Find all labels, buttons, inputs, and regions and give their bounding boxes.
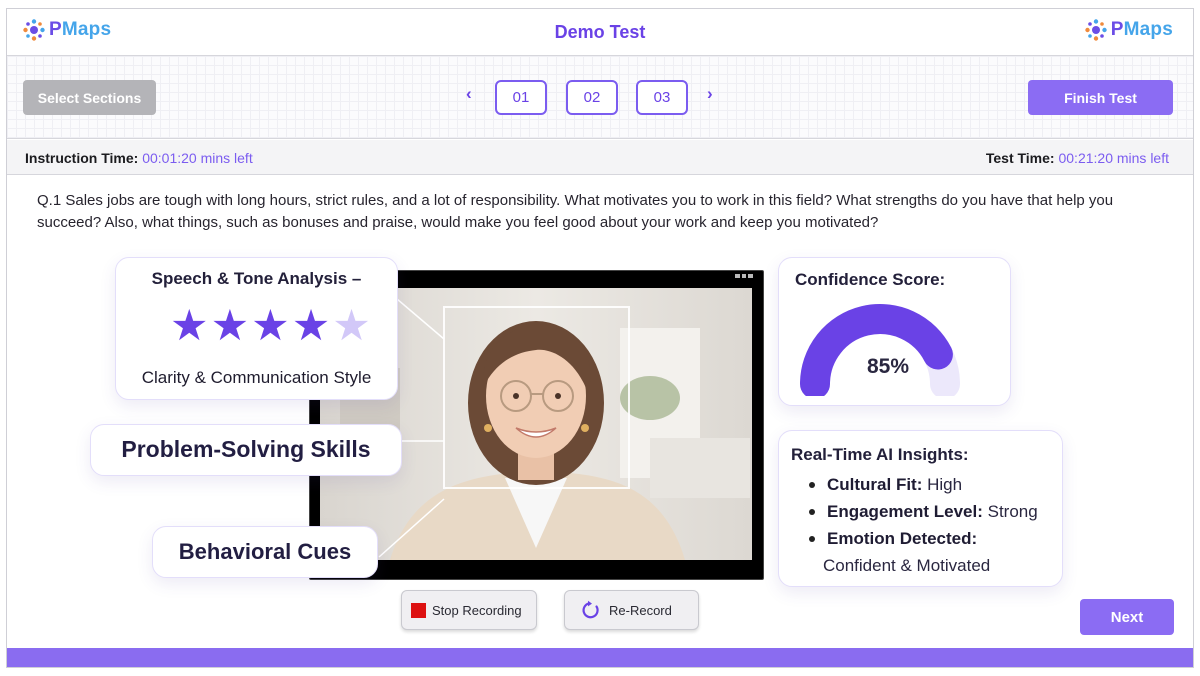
confidence-score-card: Confidence Score: 85% [778, 257, 1011, 406]
insight-value: Confident & Motivated [823, 556, 991, 575]
behavioral-cues-label: Behavioral Cues [178, 539, 352, 564]
insight-label: Engagement Level: [827, 502, 983, 521]
stop-recording-button[interactable]: Stop Recording [401, 590, 537, 630]
test-time-value: 00:21:20 mins left [1058, 150, 1169, 166]
insight-value: High [927, 475, 963, 494]
next-button[interactable]: Next [1080, 599, 1174, 635]
confidence-score-title: Confidence Score: [795, 270, 946, 289]
stop-recording-label: Stop Recording [432, 602, 522, 618]
test-time-label: Test Time: [985, 150, 1055, 166]
speech-tone-title: Speech & Tone Analysis – [151, 269, 362, 288]
insight-label: Cultural Fit: [827, 475, 923, 494]
footer-bar [7, 648, 1193, 667]
star-filled-icon: ★ [170, 302, 209, 350]
speech-tone-card: Speech & Tone Analysis – ★ ★ ★ ★ ★ Clari… [115, 257, 398, 400]
page-button-03[interactable]: 03 [636, 80, 688, 115]
insight-label: Emotion Detected: [827, 529, 978, 548]
instruction-timer: Instruction Time: 00:01:20 mins left [25, 150, 253, 166]
signal-icon [735, 274, 753, 278]
re-record-button[interactable]: Re-Record [564, 590, 699, 630]
finish-test-button[interactable]: Finish Test [1028, 80, 1173, 115]
instruction-time-label: Instruction Time: [25, 150, 139, 166]
select-sections-button[interactable]: Select Sections [23, 80, 156, 115]
face-detection-box [443, 306, 630, 489]
list-item: Engagement Level: Strong [809, 498, 1038, 525]
test-timer: Test Time: 00:21:20 mins left [986, 150, 1169, 166]
refresh-icon [582, 600, 599, 619]
page-button-01[interactable]: 01 [495, 80, 547, 115]
insight-value: Strong [987, 502, 1038, 521]
stop-icon [411, 602, 426, 618]
pmaps-logo-icon [1085, 19, 1107, 41]
ai-insights-title: Real-Time AI Insights: [791, 445, 969, 464]
list-item: Cultural Fit: High [809, 471, 1038, 498]
confidence-score-value: 85% [866, 355, 910, 378]
timer-bar: Instruction Time: 00:01:20 mins left Tes… [7, 140, 1193, 175]
problem-solving-card: Problem-Solving Skills [90, 424, 402, 476]
star-filled-icon: ★ [210, 302, 250, 350]
list-item-continuation: Confident & Motivated [779, 552, 1038, 579]
instruction-time-value: 00:01:20 mins left [142, 150, 253, 166]
problem-solving-label: Problem-Solving Skills [121, 436, 371, 462]
app-frame: PMaps Demo Test PMaps Select Sections ‹ … [6, 8, 1194, 668]
star-filled-icon: ★ [251, 302, 290, 350]
page-button-02[interactable]: 02 [566, 80, 618, 115]
pmaps-logo-text: PMaps [1110, 19, 1173, 40]
ai-insights-card: Real-Time AI Insights: Cultural Fit: Hig… [778, 430, 1063, 587]
section-toolbar: Select Sections ‹ 01 02 03 › Finish Test [7, 56, 1193, 139]
ai-insights-list: Cultural Fit: High Engagement Level: Str… [809, 471, 1038, 579]
speech-tone-subtitle: Clarity & Communication Style [141, 368, 372, 387]
re-record-label: Re-Record [609, 602, 672, 618]
list-item: Emotion Detected: [809, 525, 1038, 552]
star-empty-icon: ★ [332, 302, 371, 350]
header: PMaps Demo Test PMaps [7, 9, 1193, 56]
chevron-left-icon[interactable]: ‹ [466, 84, 472, 104]
question-text: Q.1 Sales jobs are tough with long hours… [37, 192, 1114, 231]
pmaps-logo: PMaps [1085, 19, 1173, 41]
chevron-right-icon[interactable]: › [707, 84, 713, 104]
star-filled-icon: ★ [291, 302, 331, 350]
star-rating: ★ ★ ★ ★ ★ [170, 302, 371, 350]
behavioral-cues-card: Behavioral Cues [152, 526, 378, 578]
confidence-gauge [800, 304, 960, 396]
page-title: Demo Test [554, 22, 646, 42]
